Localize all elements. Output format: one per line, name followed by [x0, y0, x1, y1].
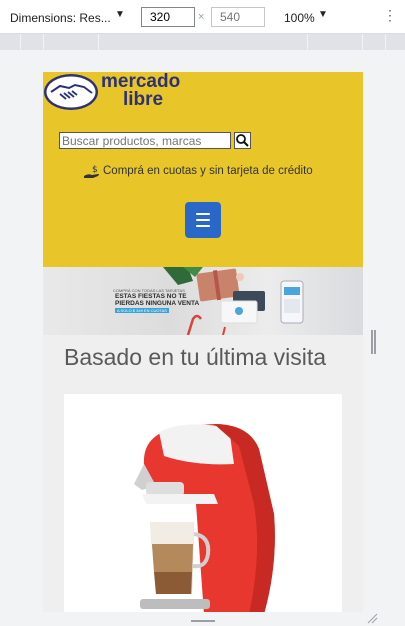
viewport-resize-handle[interactable] [371, 330, 373, 354]
menu-button[interactable] [185, 202, 221, 238]
device-viewport: mercado libre $ Comprá en cuotas y sin t… [43, 72, 363, 612]
width-input[interactable] [141, 7, 195, 27]
banner-title-line-1: ESTAS FIESTAS NO TE [115, 293, 187, 300]
product-card[interactable] [64, 394, 342, 612]
height-input[interactable] [211, 7, 265, 27]
search-button[interactable] [234, 132, 251, 149]
coffee-machine-image [134, 424, 275, 612]
times-sign: × [198, 11, 205, 23]
installments-promo[interactable]: $ Comprá en cuotas y sin tarjeta de créd… [83, 164, 343, 180]
handshake-logo-icon[interactable] [43, 72, 101, 112]
search-input[interactable] [59, 132, 231, 149]
promo-text: Comprá en cuotas y sin tarjeta de crédit… [103, 165, 313, 177]
site-header: mercado libre $ Comprá en cuotas y sin t… [43, 72, 363, 267]
logo-line-2: libre [123, 89, 164, 110]
media-query-ruler [0, 34, 405, 50]
zoom-dropdown[interactable]: 100% [284, 11, 315, 25]
svg-text:$: $ [92, 165, 98, 175]
search-icon [236, 134, 249, 147]
more-options-icon[interactable]: ⋮ [383, 8, 397, 22]
devtools-toolbar: Dimensions: Res... ▼ × 100% ▼ ⋮ [0, 0, 405, 34]
banner-illustration [163, 267, 304, 335]
dimensions-caret-icon[interactable]: ▼ [115, 9, 125, 20]
bottom-resize-handle[interactable] [191, 620, 215, 622]
hand-money-icon: $ [84, 165, 99, 178]
banner-title: ESTAS FIESTAS NO TE PIERDAS NINGUNA VENT… [115, 293, 199, 307]
promo-banner[interactable]: COMPRÁ CON TODAS LAS TARJETAS ESTAS FIES… [43, 267, 363, 335]
viewport-resize-handle-2[interactable] [374, 330, 376, 354]
section-title: Basado en tu última visita [64, 344, 327, 370]
corner-resize-icon[interactable] [366, 612, 378, 624]
zoom-caret-icon[interactable]: ▼ [318, 9, 328, 20]
banner-subtitle: A SOLO $ 349 EN CUOTAS [115, 308, 169, 313]
dimensions-dropdown[interactable]: Dimensions: Res... [10, 11, 111, 25]
banner-title-line-2: PIERDAS NINGUNA VENTA [115, 300, 200, 307]
hamburger-icon [196, 213, 210, 215]
logo-wordmark[interactable]: mercado libre [101, 72, 180, 110]
